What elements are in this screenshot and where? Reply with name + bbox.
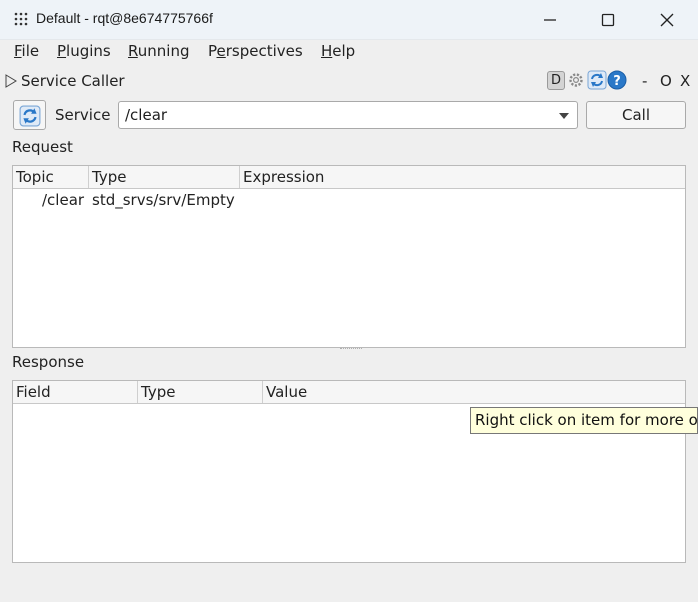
response-section-label: Response <box>12 353 85 371</box>
reload-icon[interactable] <box>587 70 607 90</box>
minimize-plugin-button[interactable]: - <box>642 72 647 90</box>
refresh-icon <box>19 105 41 127</box>
svg-text:?: ? <box>613 74 621 89</box>
request-tree[interactable]: Topic Type Expression /clear std_srvs/sr… <box>12 165 686 348</box>
maximize-window-button[interactable] <box>596 8 620 32</box>
column-header-type[interactable]: Type <box>89 166 240 188</box>
request-row-type: std_srvs/srv/Empty <box>92 191 235 209</box>
tooltip: Right click on item for more options <box>470 407 698 434</box>
menu-help[interactable]: Help <box>321 42 355 60</box>
splitter-handle[interactable] <box>340 348 362 350</box>
expand-triangle-icon[interactable] <box>5 74 17 88</box>
dock-badge[interactable]: D <box>547 71 565 90</box>
service-combobox[interactable]: /clear <box>118 101 578 129</box>
window-titlebar[interactable]: Default - rqt@8e674775766f <box>0 0 698 40</box>
column-header-value[interactable]: Value <box>263 381 687 403</box>
gear-icon[interactable] <box>567 71 585 89</box>
request-row-topic: /clear <box>42 191 85 209</box>
window-title: Default - rqt@8e674775766f <box>36 10 213 26</box>
service-label: Service <box>55 106 111 124</box>
column-header-topic[interactable]: Topic <box>13 166 89 188</box>
menu-perspectives[interactable]: Perspectives <box>208 42 303 60</box>
help-icon[interactable]: ? <box>607 70 627 90</box>
column-header-field[interactable]: Field <box>13 381 138 403</box>
grid-dots-icon <box>14 12 28 26</box>
column-header-type[interactable]: Type <box>138 381 263 403</box>
menu-running[interactable]: Running <box>128 42 189 60</box>
request-section-label: Request <box>12 138 73 156</box>
chevron-down-icon <box>559 113 569 119</box>
call-button[interactable]: Call <box>586 101 686 129</box>
plugin-title: Service Caller <box>21 72 125 90</box>
float-plugin-button[interactable]: O <box>660 72 672 90</box>
refresh-services-button[interactable] <box>13 100 46 130</box>
menu-bar: File Plugins Running Perspectives Help <box>0 40 698 62</box>
response-tree-header: Field Type Value <box>13 381 685 404</box>
menu-plugins[interactable]: Plugins <box>57 42 111 60</box>
close-plugin-button[interactable]: X <box>680 72 690 90</box>
request-tree-header: Topic Type Expression <box>13 166 685 189</box>
minimize-window-button[interactable] <box>538 8 562 32</box>
service-value: /clear <box>125 106 168 124</box>
column-header-expression[interactable]: Expression <box>240 166 687 188</box>
menu-file[interactable]: File <box>14 42 39 60</box>
close-window-button[interactable] <box>655 8 679 32</box>
